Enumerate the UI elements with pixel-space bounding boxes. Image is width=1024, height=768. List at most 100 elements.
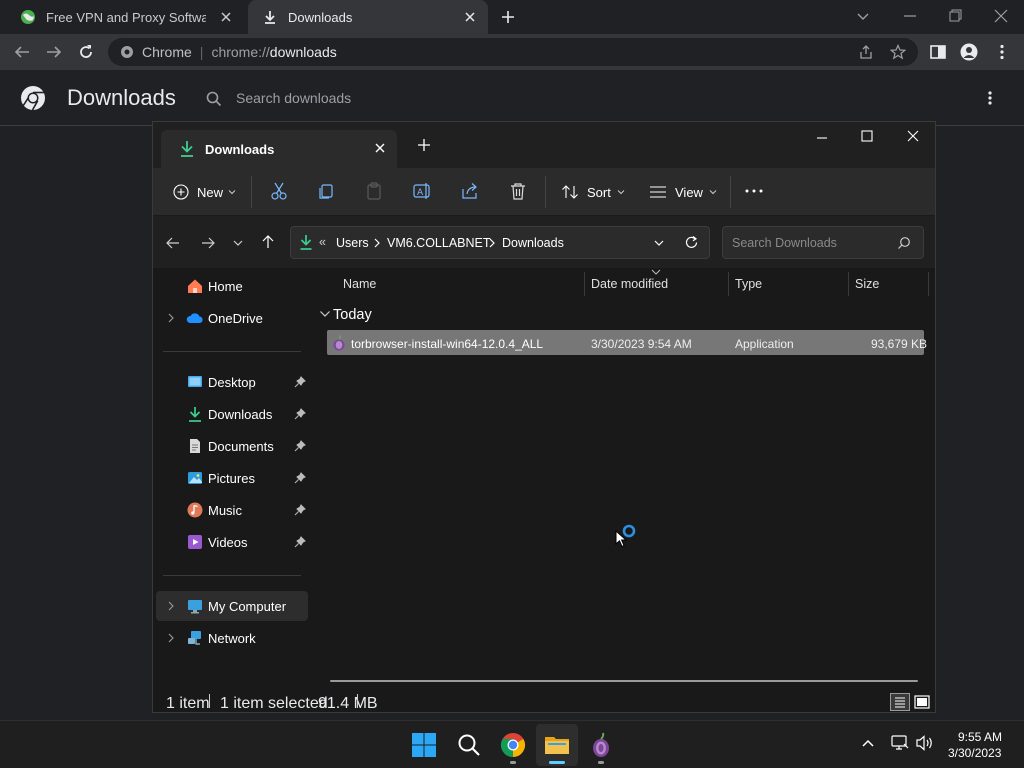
bookmark-star-icon[interactable] [890, 44, 906, 60]
downloads-more-actions-icon[interactable] [982, 89, 998, 107]
explorer-close-icon[interactable] [905, 128, 921, 144]
horizontal-scrollbar[interactable] [330, 680, 918, 682]
explorer-minimize-icon[interactable] [814, 130, 830, 146]
nav-item-home[interactable]: Home [156, 271, 308, 301]
chrome-restore-icon[interactable] [945, 6, 965, 26]
nav-item-pictures[interactable]: Pictures [156, 463, 308, 493]
pin-icon [294, 440, 306, 452]
chrome-taskbar-icon[interactable] [500, 732, 526, 758]
taskbar-search-icon[interactable] [456, 732, 482, 758]
explorer-address-bar[interactable]: « Users VM6.COLLABNET Downloads [290, 226, 710, 259]
nav-item-music[interactable]: Music [156, 495, 308, 525]
network-status-icon[interactable] [891, 735, 909, 751]
file-explorer-folder-icon[interactable] [544, 732, 570, 758]
sort-indicator-chevron-icon [651, 269, 661, 275]
column-divider[interactable] [928, 272, 929, 296]
forward-arrow-icon[interactable] [45, 43, 63, 61]
address-bar[interactable]: Chrome | chrome:// downloads [108, 38, 918, 66]
nav-label: Music [208, 503, 242, 518]
cut-scissors-icon[interactable] [268, 180, 290, 202]
tab-label: Downloads [288, 9, 353, 25]
tab-close-icon[interactable] [462, 9, 478, 25]
running-indicator [598, 761, 604, 764]
nav-item-desktop[interactable]: Desktop [156, 367, 308, 397]
column-divider[interactable] [728, 272, 729, 296]
chrome-close-icon[interactable] [991, 6, 1011, 26]
explorer-search-input[interactable]: Search Downloads [722, 226, 924, 259]
nav-item-my-computer[interactable]: My Computer [156, 591, 308, 621]
more-options-ellipsis-icon[interactable] [743, 180, 765, 202]
up-arrow-icon[interactable] [260, 234, 276, 250]
taskbar-clock-date[interactable]: 3/30/2023 [948, 746, 1001, 760]
details-view-toggle-icon[interactable] [890, 693, 910, 711]
new-tab-plus-icon[interactable] [498, 7, 518, 27]
column-header-type[interactable]: Type [735, 277, 762, 291]
breadcrumb-downloads[interactable]: Downloads [502, 236, 564, 250]
share-icon[interactable] [858, 44, 874, 60]
large-icons-view-toggle-icon[interactable] [913, 693, 931, 711]
nav-item-network[interactable]: Network [156, 623, 308, 653]
refresh-icon[interactable] [684, 235, 699, 250]
explorer-new-tab-plus-icon[interactable] [417, 138, 431, 152]
status-separator [209, 694, 210, 708]
column-header-size[interactable]: Size [855, 277, 879, 291]
omnibox-separator: | [199, 44, 204, 60]
explorer-tab-close-icon[interactable] [373, 141, 387, 155]
profile-avatar-icon[interactable] [960, 43, 978, 61]
copy-icon[interactable] [315, 180, 337, 202]
volume-speaker-icon[interactable] [916, 735, 934, 751]
side-panel-icon[interactable] [929, 43, 947, 61]
tab-search-chevron-down-icon[interactable] [853, 6, 873, 26]
chrome-minimize-icon[interactable] [900, 6, 920, 26]
breadcrumb-users[interactable]: Users [336, 236, 369, 250]
tab-free-vpn[interactable]: Free VPN and Proxy Software - D [8, 0, 244, 34]
file-date-modified: 3/30/2023 9:54 AM [591, 337, 692, 351]
nav-item-videos[interactable]: Videos [156, 527, 308, 557]
rename-icon[interactable]: A [411, 180, 433, 202]
taskbar-clock-time[interactable]: 9:55 AM [958, 730, 1002, 744]
column-header-name[interactable]: Name [343, 277, 376, 291]
explorer-back-arrow-icon[interactable] [165, 235, 181, 251]
file-explorer-window: Downloads New A Sort View « Users VM6.CO… [152, 121, 936, 713]
nav-item-onedrive[interactable]: OneDrive [156, 303, 308, 333]
file-type: Application [735, 337, 794, 351]
tor-browser-taskbar-icon[interactable] [588, 732, 614, 758]
group-header-today[interactable]: Today [333, 307, 372, 323]
expand-chevron-right-icon[interactable] [165, 600, 177, 612]
view-button[interactable]: View [649, 180, 717, 204]
tab-downloads[interactable]: Downloads [248, 0, 488, 34]
chrome-menu-kebab-icon[interactable] [993, 43, 1011, 61]
new-button[interactable]: New [173, 180, 236, 204]
explorer-tab-downloads[interactable]: Downloads [161, 130, 397, 168]
address-history-chevron-down-icon[interactable] [653, 237, 665, 249]
sort-button[interactable]: Sort [561, 180, 625, 204]
group-collapse-chevron-down-icon[interactable] [319, 309, 331, 319]
nav-item-documents[interactable]: Documents [156, 431, 308, 461]
column-divider[interactable] [848, 272, 849, 296]
chevron-down-icon [617, 188, 625, 196]
share-arrow-icon[interactable] [459, 180, 481, 202]
delete-trash-icon[interactable] [507, 180, 529, 202]
status-separator [357, 694, 358, 708]
expand-chevron-right-icon[interactable] [165, 632, 177, 644]
desktop-icon [186, 373, 204, 391]
downloads-search-input[interactable]: Search downloads [196, 80, 868, 116]
recent-locations-chevron-down-icon[interactable] [232, 237, 244, 249]
column-header-date-modified[interactable]: Date modified [591, 277, 668, 291]
back-arrow-icon[interactable] [13, 43, 31, 61]
show-hidden-icons-chevron-up-icon[interactable] [861, 737, 875, 749]
reload-icon[interactable] [77, 43, 95, 61]
tab-close-icon[interactable] [218, 9, 234, 25]
breadcrumb-vm6-collabnet[interactable]: VM6.COLLABNET [387, 236, 491, 250]
column-divider[interactable] [584, 272, 585, 296]
start-windows-logo-icon[interactable] [411, 732, 437, 758]
command-separator [251, 176, 252, 208]
breadcrumb-overflow[interactable]: « [319, 235, 326, 249]
paste-clipboard-icon[interactable] [363, 180, 385, 202]
nav-item-downloads[interactable]: Downloads [156, 399, 308, 429]
file-size: 93,679 KB [871, 337, 928, 351]
nav-label: Desktop [208, 375, 256, 390]
expand-chevron-right-icon[interactable] [165, 312, 177, 324]
explorer-forward-arrow-icon[interactable] [200, 235, 216, 251]
explorer-maximize-icon[interactable] [859, 128, 875, 144]
